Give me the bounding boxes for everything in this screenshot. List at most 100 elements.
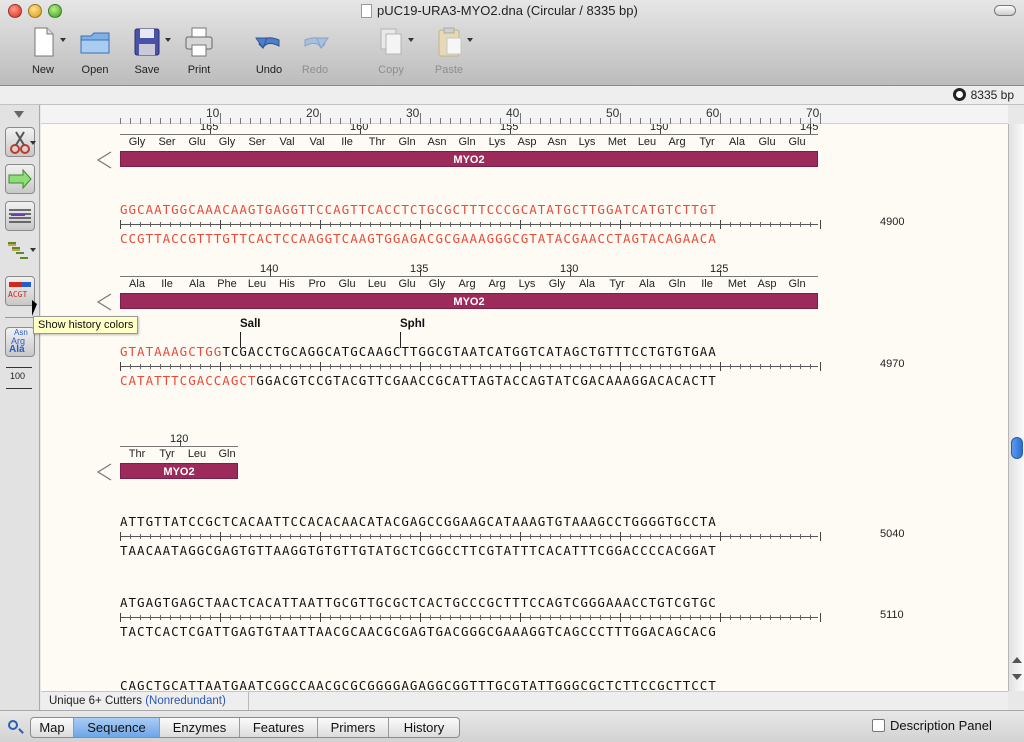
close-window-button[interactable]	[8, 4, 22, 18]
axis-tick	[130, 615, 131, 620]
axis-tick	[320, 532, 321, 541]
axis-tick	[410, 615, 411, 620]
axis-tick	[230, 364, 231, 369]
axis-tick	[220, 532, 221, 541]
tab-history[interactable]: History	[389, 718, 459, 737]
scroll-down-arrow-icon[interactable]	[1012, 674, 1022, 680]
left-tool-strip: ACGT Asn Arg Ala 100	[0, 105, 40, 715]
axis-tick	[250, 222, 251, 227]
top-strand-history-colored: GGCAATGGCAAACAAGTGAGGTTCCAGTTCACCTCTGCGC…	[120, 202, 717, 217]
new-dropdown-chevron-icon[interactable]	[60, 38, 66, 42]
axis-tick	[600, 364, 601, 369]
enzyme-site-sali[interactable]: SalI	[240, 318, 260, 330]
axis-tick	[160, 615, 161, 620]
frames-dropdown-chevron-icon[interactable]	[30, 248, 36, 252]
new-button[interactable]: New	[15, 26, 71, 82]
ruler-scale-value: 100	[10, 371, 26, 381]
tab-primers[interactable]: Primers	[318, 718, 389, 737]
bottom-strand[interactable]: CATATTTCGACCAGCTGGACGTCCGTACGTTCGAACCGCA…	[120, 373, 717, 388]
copy-icon	[380, 28, 402, 55]
save-button[interactable]: Save	[119, 26, 175, 82]
axis-tick	[620, 532, 621, 541]
enzyme-set-selector[interactable]: Unique 6+ Cutters (Nonredundant)	[41, 692, 249, 711]
minimize-window-button[interactable]	[28, 4, 42, 18]
top-strand[interactable]: ATTGTTATCCGCTCACAATTCCACACAACATACGAGCCGG…	[120, 514, 717, 529]
open-button[interactable]: Open	[67, 26, 123, 82]
enzyme-set-mode[interactable]: (Nonredundant)	[145, 695, 226, 707]
print-button[interactable]: Print	[171, 26, 227, 82]
strand-toggle-tool[interactable]	[5, 201, 35, 231]
bottom-strand-history-colored: CATATTTCGACCAGCT	[120, 373, 257, 388]
zoom-window-button[interactable]	[48, 4, 62, 18]
axis-tick	[120, 362, 121, 371]
amino-acid-labels-tool[interactable]: Asn Arg Ala	[5, 327, 35, 357]
ruler-tick	[520, 113, 521, 124]
axis-tick	[400, 222, 401, 227]
top-strand[interactable]: GGCAATGGCAAACAAGTGAGGTTCCAGTTCACCTCTGCGC…	[120, 202, 717, 217]
axis-tick	[480, 615, 481, 620]
zoom-width-icon[interactable]	[6, 388, 32, 389]
aa-number: 145	[800, 124, 819, 133]
axis-tick	[780, 534, 781, 539]
axis-tick	[310, 364, 311, 369]
tab-map[interactable]: Map	[31, 718, 74, 737]
top-strand[interactable]: CAGCTGCATTAATGAATCGGCCAACGCGCGGGGAGAGGCG…	[120, 678, 717, 691]
enzyme-dropdown-chevron-icon[interactable]	[30, 141, 36, 145]
bottom-strand[interactable]: TACTCACTCGATTGAGTGTAATTAACGCAACGCGAGTGAC…	[120, 624, 717, 639]
top-strand-bases: TCGACCTGCAGGCATGCAAGCTTGGCGTAATCATGGTCAT…	[222, 344, 717, 359]
feature-bar-myo2[interactable]: MYO2	[120, 293, 818, 309]
top-strand[interactable]: GTATAAAGCTGGTCGACCTGCAGGCATGCAAGCTTGGCGT…	[120, 344, 717, 359]
axis-tick	[640, 222, 641, 227]
axis-tick	[450, 222, 451, 227]
amino-acid: Glu	[338, 278, 356, 290]
circular-topology-icon	[953, 88, 966, 101]
tab-features[interactable]: Features	[240, 718, 318, 737]
axis-tick	[810, 534, 811, 539]
scroll-up-arrow-icon[interactable]	[1012, 657, 1022, 663]
bottom-strand[interactable]: TAACAATAGGCGAGTGTTAAGGTGTGTTGTATGCTCGGCC…	[120, 543, 717, 558]
amino-acid: Ile	[161, 278, 173, 290]
feature-direction-chevron-icon	[96, 293, 112, 316]
axis-tick	[520, 532, 521, 541]
axis-tick	[680, 615, 681, 620]
aa-number: 160	[350, 124, 369, 133]
sequence-coordinate: 5110	[880, 609, 904, 621]
copy-dropdown-chevron-icon[interactable]	[408, 38, 414, 42]
feature-bar-myo2[interactable]: MYO2	[120, 151, 818, 167]
copy-button[interactable]: Copy	[363, 26, 419, 82]
tab-sequence[interactable]: Sequence	[74, 718, 160, 737]
axis-tick	[490, 364, 491, 369]
redo-button[interactable]: Redo	[287, 26, 343, 82]
magnifier-icon[interactable]	[8, 720, 18, 730]
top-strand[interactable]: ATGAGTGAGCTAACTCACATTAATTGCGTTGCGCTCACTG…	[120, 595, 717, 610]
scrollbar-thumb[interactable]	[1011, 437, 1023, 459]
axis-tick	[430, 364, 431, 369]
tab-enzymes[interactable]: Enzymes	[160, 718, 240, 737]
axis-tick	[690, 364, 691, 369]
feature-bar-myo2[interactable]: MYO2	[120, 463, 238, 479]
axis-tick	[640, 615, 641, 620]
ruler-number: 50	[606, 106, 620, 120]
toolbar-toggle-button[interactable]	[994, 5, 1016, 16]
view-tab-bar: Map Sequence Enzymes Features Primers History…	[0, 710, 1024, 742]
strip-options-chevron-icon[interactable]	[14, 111, 24, 118]
axis-tick	[370, 364, 371, 369]
vertical-scrollbar[interactable]	[1008, 124, 1024, 691]
bottom-strand[interactable]: CCGTTACCGTTTGTTCACTCCAAGGTCAAGTGGAGACGCG…	[120, 231, 717, 246]
enzyme-site-sphi[interactable]: SphI	[400, 318, 425, 330]
history-colors-tool[interactable]: ACGT	[5, 276, 35, 306]
aa-number: 140	[260, 263, 279, 275]
sequence-view[interactable]: 165 160 155 150 145 Gly Ser Glu Gly Ser Val Val Ile T…	[41, 124, 1008, 691]
ruler-number: 70	[806, 106, 820, 120]
axis-tick	[240, 534, 241, 539]
translation-frames-tool[interactable]	[5, 237, 35, 267]
aa-number: 130	[560, 263, 579, 275]
axis-tick	[680, 534, 681, 539]
axis-tick	[430, 534, 431, 539]
axis-tick	[260, 534, 261, 539]
feature-arrow-tool[interactable]	[5, 164, 35, 194]
ruler-tick	[720, 113, 721, 124]
paste-button[interactable]: Paste	[421, 26, 477, 82]
paste-dropdown-chevron-icon[interactable]	[467, 38, 473, 42]
description-panel-checkbox[interactable]	[872, 719, 885, 732]
